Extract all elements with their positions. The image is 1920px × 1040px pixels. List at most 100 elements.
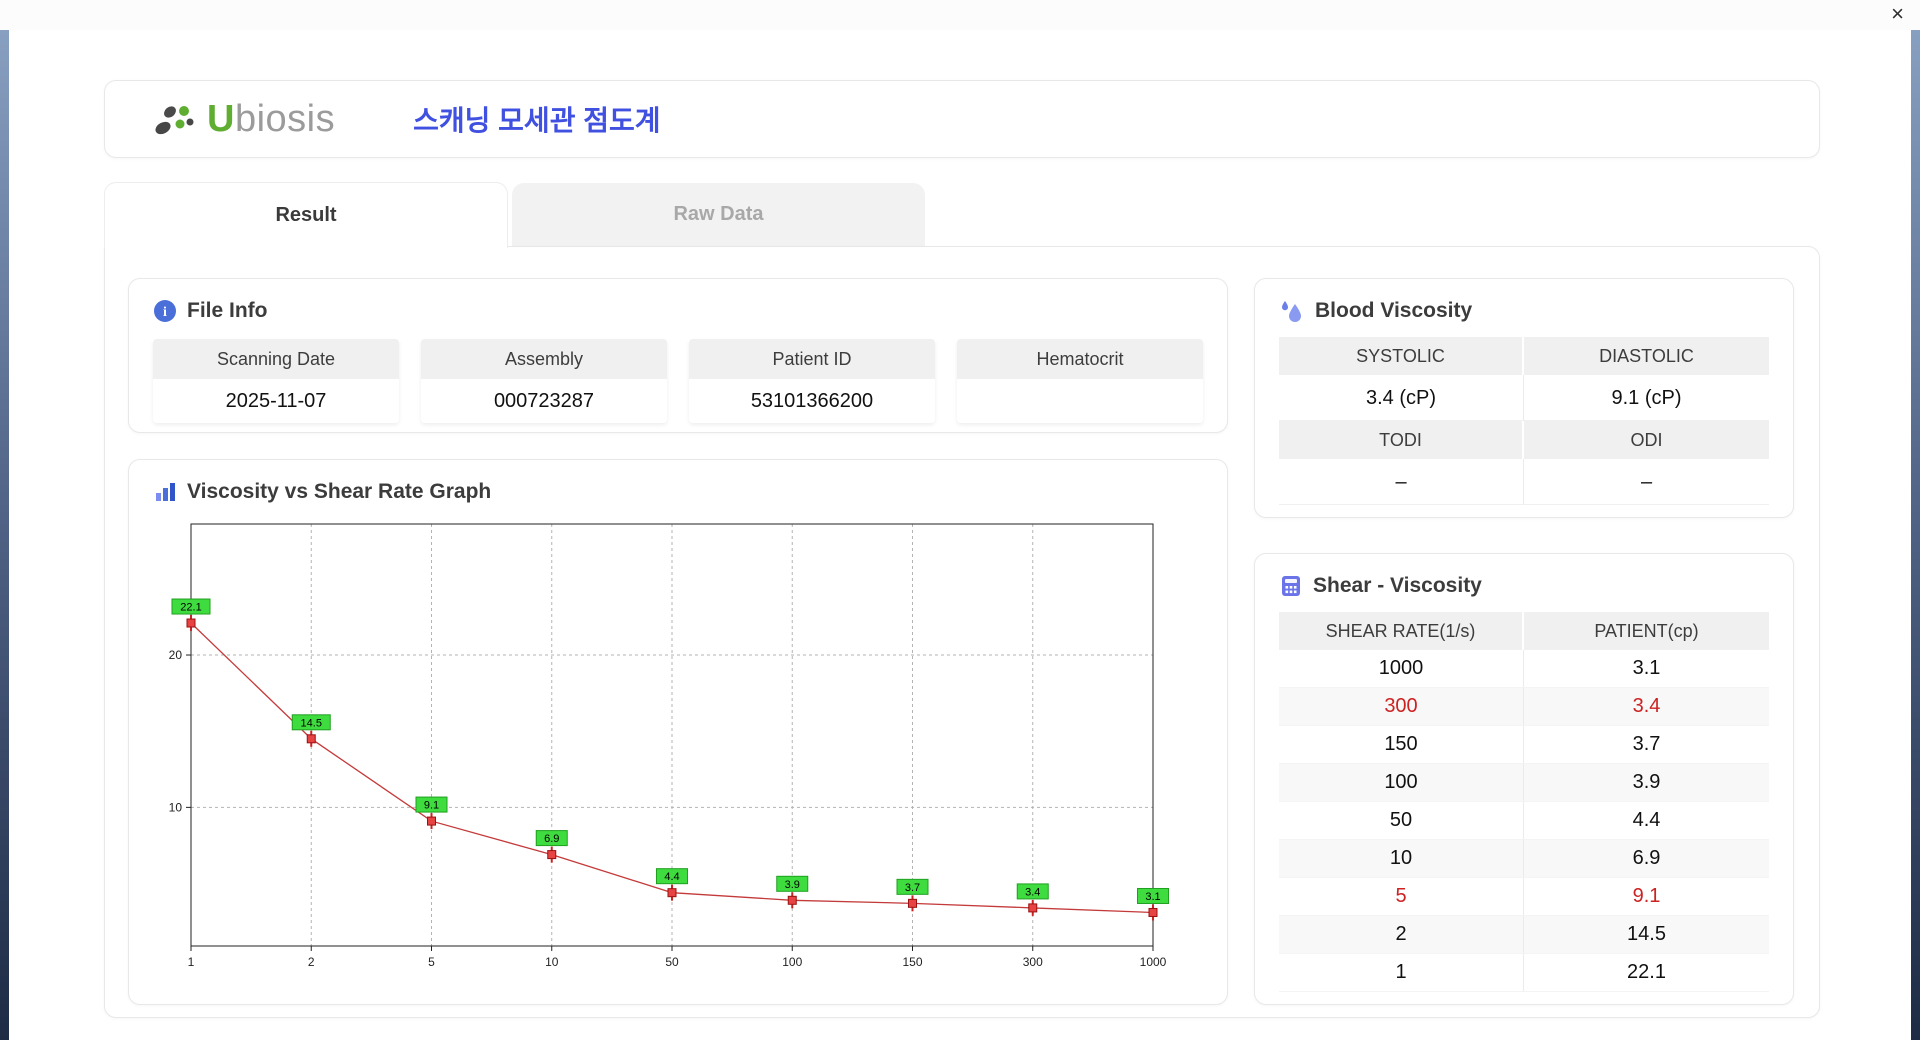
patient-viscosity-value: 6.9 xyxy=(1524,840,1769,877)
shear-viscosity-title-row: Shear - Viscosity xyxy=(1279,574,1769,598)
field-label: Patient ID xyxy=(689,339,935,379)
svg-text:1: 1 xyxy=(188,955,195,969)
window-titlebar: × xyxy=(0,0,1920,30)
app-window: Ubiosis 스캐닝 모세관 점도계 Result Raw Data i Fi… xyxy=(9,0,1911,1040)
svg-text:300: 300 xyxy=(1023,955,1043,969)
svg-text:150: 150 xyxy=(902,955,922,969)
svg-text:50: 50 xyxy=(665,955,679,969)
info-icon: i xyxy=(153,299,177,323)
close-icon[interactable]: × xyxy=(1891,1,1904,27)
droplet-icon xyxy=(1279,299,1305,323)
todi-value: – xyxy=(1279,459,1524,505)
logo-rest: biosis xyxy=(235,98,335,140)
field-assembly: Assembly 000723287 xyxy=(421,339,667,423)
file-info-title-row: i File Info xyxy=(153,299,1203,323)
logo-text: Ubiosis xyxy=(207,98,335,141)
svg-text:10: 10 xyxy=(545,955,559,969)
shear-rate-column-header: SHEAR RATE(1/s) xyxy=(1279,612,1524,650)
svg-text:3.1: 3.1 xyxy=(1145,891,1160,903)
bar-chart-icon xyxy=(153,480,177,504)
field-label: Assembly xyxy=(421,339,667,379)
calculator-icon xyxy=(1279,574,1303,598)
shear-viscosity-title: Shear - Viscosity xyxy=(1313,574,1482,598)
svg-text:22.1: 22.1 xyxy=(180,602,201,614)
svg-text:3.4: 3.4 xyxy=(1025,886,1040,898)
svg-text:3.9: 3.9 xyxy=(785,879,800,891)
graph-title-row: Viscosity vs Shear Rate Graph xyxy=(153,480,1203,504)
table-row: 1 22.1 xyxy=(1279,954,1769,992)
table-row: 10 6.9 xyxy=(1279,840,1769,878)
todi-label: TODI xyxy=(1279,421,1524,459)
ubiosis-logo-icon xyxy=(149,97,201,141)
patient-viscosity-value: 4.4 xyxy=(1524,802,1769,839)
table-row: 300 3.4 xyxy=(1279,688,1769,726)
blood-viscosity-title: Blood Viscosity xyxy=(1315,299,1472,323)
systolic-label: SYSTOLIC xyxy=(1279,337,1524,375)
svg-text:5: 5 xyxy=(428,955,435,969)
main-panel: i File Info Scanning Date 2025-11-07 Ass… xyxy=(104,246,1820,1018)
logo-u: U xyxy=(207,98,235,140)
shear-viscosity-card: Shear - Viscosity SHEAR RATE(1/s) PATIEN… xyxy=(1254,553,1794,1005)
svg-text:i: i xyxy=(163,305,167,320)
patient-viscosity-value: 22.1 xyxy=(1524,954,1769,991)
svg-text:3.7: 3.7 xyxy=(905,882,920,894)
svg-text:10: 10 xyxy=(169,800,183,814)
page-title: 스캐닝 모세관 점도계 xyxy=(413,99,660,139)
patient-viscosity-value: 3.4 xyxy=(1524,688,1769,725)
desktop-background: Ubiosis 스캐닝 모세관 점도계 Result Raw Data i Fi… xyxy=(0,0,1920,1040)
shear-rate-value: 300 xyxy=(1279,688,1524,725)
file-fields: Scanning Date 2025-11-07 Assembly 000723… xyxy=(153,339,1203,423)
diastolic-value: 9.1 (cP) xyxy=(1524,375,1769,421)
tab-result[interactable]: Result xyxy=(104,182,508,248)
field-value: 000723287 xyxy=(421,379,667,423)
field-scanning-date: Scanning Date 2025-11-07 xyxy=(153,339,399,423)
svg-text:6.9: 6.9 xyxy=(544,833,559,845)
patient-viscosity-value: 3.7 xyxy=(1524,726,1769,763)
shear-rate-value: 2 xyxy=(1279,916,1524,953)
shear-rate-value: 1000 xyxy=(1279,650,1524,687)
table-row: 150 3.7 xyxy=(1279,726,1769,764)
field-hematocrit: Hematocrit xyxy=(957,339,1203,423)
patient-viscosity-value: 9.1 xyxy=(1524,878,1769,915)
svg-text:9.1: 9.1 xyxy=(424,800,439,812)
header-card: Ubiosis 스캐닝 모세관 점도계 xyxy=(104,80,1820,158)
table-row: 50 4.4 xyxy=(1279,802,1769,840)
svg-text:14.5: 14.5 xyxy=(301,717,322,729)
shear-rate-value: 150 xyxy=(1279,726,1524,763)
patient-column-header: PATIENT(cp) xyxy=(1524,612,1769,650)
diastolic-label: DIASTOLIC xyxy=(1524,337,1769,375)
shear-rate-value: 10 xyxy=(1279,840,1524,877)
shear-rate-value: 50 xyxy=(1279,802,1524,839)
table-row: 1000 3.1 xyxy=(1279,650,1769,688)
shear-rate-value: 100 xyxy=(1279,764,1524,801)
graph-title: Viscosity vs Shear Rate Graph xyxy=(187,480,491,504)
shear-viscosity-table: SHEAR RATE(1/s) PATIENT(cp) 1000 3.1 300… xyxy=(1279,612,1769,992)
patient-viscosity-value: 14.5 xyxy=(1524,916,1769,953)
viscosity-chart: 10 20 1 2 5 10 50 100 150 300 1000 22.1 14.5 9.1 6.9 4.… xyxy=(153,516,1183,981)
svg-text:2: 2 xyxy=(308,955,315,969)
shear-rate-value: 5 xyxy=(1279,878,1524,915)
svg-text:100: 100 xyxy=(782,955,802,969)
field-patient-id: Patient ID 53101366200 xyxy=(689,339,935,423)
patient-viscosity-value: 3.1 xyxy=(1524,650,1769,687)
table-row: 100 3.9 xyxy=(1279,764,1769,802)
field-label: Scanning Date xyxy=(153,339,399,379)
table-row: 2 14.5 xyxy=(1279,916,1769,954)
field-value: 53101366200 xyxy=(689,379,935,423)
svg-text:1000: 1000 xyxy=(1140,955,1167,969)
table-body: 1000 3.1 300 3.4 150 3.7 100 xyxy=(1279,650,1769,992)
field-value: 2025-11-07 xyxy=(153,379,399,423)
blood-viscosity-grid: SYSTOLIC DIASTOLIC 3.4 (cP) 9.1 (cP) TOD… xyxy=(1279,337,1769,505)
table-header-row: SHEAR RATE(1/s) PATIENT(cp) xyxy=(1279,612,1769,650)
tab-raw-data[interactable]: Raw Data xyxy=(512,183,925,246)
file-info-card: i File Info Scanning Date 2025-11-07 Ass… xyxy=(128,278,1228,433)
odi-value: – xyxy=(1524,459,1769,505)
table-row: 5 9.1 xyxy=(1279,878,1769,916)
svg-text:20: 20 xyxy=(169,648,183,662)
graph-card: Viscosity vs Shear Rate Graph 10 20 1 2 5 10 5… xyxy=(128,459,1228,1005)
odi-label: ODI xyxy=(1524,421,1769,459)
shear-rate-value: 1 xyxy=(1279,954,1524,991)
systolic-value: 3.4 (cP) xyxy=(1279,375,1524,421)
svg-text:4.4: 4.4 xyxy=(664,871,679,883)
patient-viscosity-value: 3.9 xyxy=(1524,764,1769,801)
